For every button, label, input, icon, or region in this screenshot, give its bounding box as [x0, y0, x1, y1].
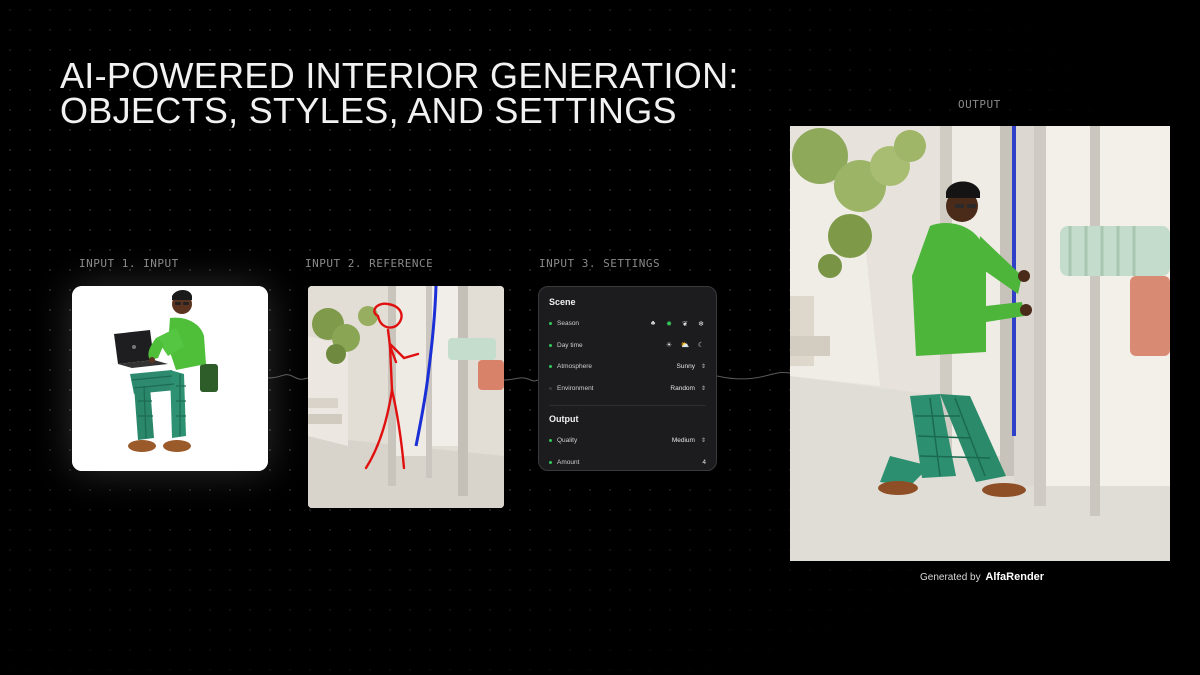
- season-label: Season: [557, 320, 580, 328]
- section-divider: [549, 405, 706, 406]
- daytime-label: Day time: [557, 341, 583, 349]
- sun-icon[interactable]: ☀: [664, 341, 674, 349]
- moon-icon[interactable]: ☾: [696, 341, 706, 349]
- atmosphere-value: Sunny: [676, 363, 695, 371]
- daytime-row: Day time ☀ ⛅ ☾: [549, 335, 706, 357]
- reference-sketch-image: [308, 286, 504, 508]
- status-dot: [549, 439, 552, 443]
- updown-chevron-icon: ⇕: [700, 364, 706, 371]
- status-dot: [549, 460, 552, 464]
- amount-value: 4: [702, 458, 706, 466]
- brand-name: AlfaRender: [985, 571, 1045, 583]
- atmosphere-label: Atmosphere: [557, 363, 593, 371]
- reference-image-card[interactable]: [308, 286, 504, 508]
- title-line-1: AI-POWERED INTERIOR GENERATION:: [60, 55, 739, 96]
- quality-label: Quality: [557, 437, 578, 445]
- leaf-icon[interactable]: ❦: [680, 320, 690, 328]
- amount-label: Amount: [557, 458, 580, 466]
- atmosphere-row[interactable]: Atmosphere Sunny ⇕: [549, 356, 706, 378]
- status-dot: [549, 386, 552, 390]
- person-with-laptop-image: [72, 286, 268, 471]
- title-line-2: OBJECTS, STYLES, AND SETTINGS: [60, 90, 677, 131]
- updown-chevron-icon: ⇕: [700, 438, 706, 445]
- output-section-title: Output: [549, 414, 579, 424]
- generated-interior-image: [790, 126, 1170, 561]
- scene-section-title: Scene: [549, 297, 576, 307]
- input-image-card[interactable]: [72, 286, 268, 471]
- output-label: OUTPUT: [958, 98, 1001, 111]
- environment-value: Random: [670, 384, 695, 392]
- sun-flower-icon[interactable]: ✹: [664, 320, 674, 328]
- input-3-label: INPUT 3. SETTINGS: [539, 257, 661, 270]
- environment-label: Environment: [557, 384, 594, 392]
- updown-chevron-icon: ⇕: [700, 385, 706, 392]
- status-dot: [549, 365, 552, 369]
- generated-by-credit: Generated by AlfaRender: [920, 571, 1044, 583]
- input-1-label: INPUT 1. INPUT: [79, 257, 179, 270]
- settings-panel: Scene Season ♣ ✹ ❦ ❄ Day time ☀ ⛅ ☾ Atmo…: [538, 286, 717, 471]
- output-image[interactable]: [790, 126, 1170, 561]
- quality-value: Medium: [671, 437, 695, 445]
- season-row: Season ♣ ✹ ❦ ❄: [549, 313, 706, 335]
- quality-row[interactable]: Quality Medium ⇕: [549, 430, 706, 452]
- amount-row[interactable]: Amount 4: [549, 452, 706, 471]
- status-dot: [549, 322, 552, 326]
- snowflake-icon[interactable]: ❄: [696, 320, 706, 328]
- status-dot: [549, 343, 552, 347]
- sunset-icon[interactable]: ⛅: [680, 341, 690, 349]
- environment-row[interactable]: Environment Random ⇕: [549, 378, 706, 400]
- input-2-label: INPUT 2. REFERENCE: [305, 257, 434, 270]
- credit-prefix: Generated by: [920, 572, 981, 583]
- page-title: AI-POWERED INTERIOR GENERATION: OBJECTS,…: [60, 55, 739, 131]
- sprout-icon[interactable]: ♣: [648, 320, 658, 327]
